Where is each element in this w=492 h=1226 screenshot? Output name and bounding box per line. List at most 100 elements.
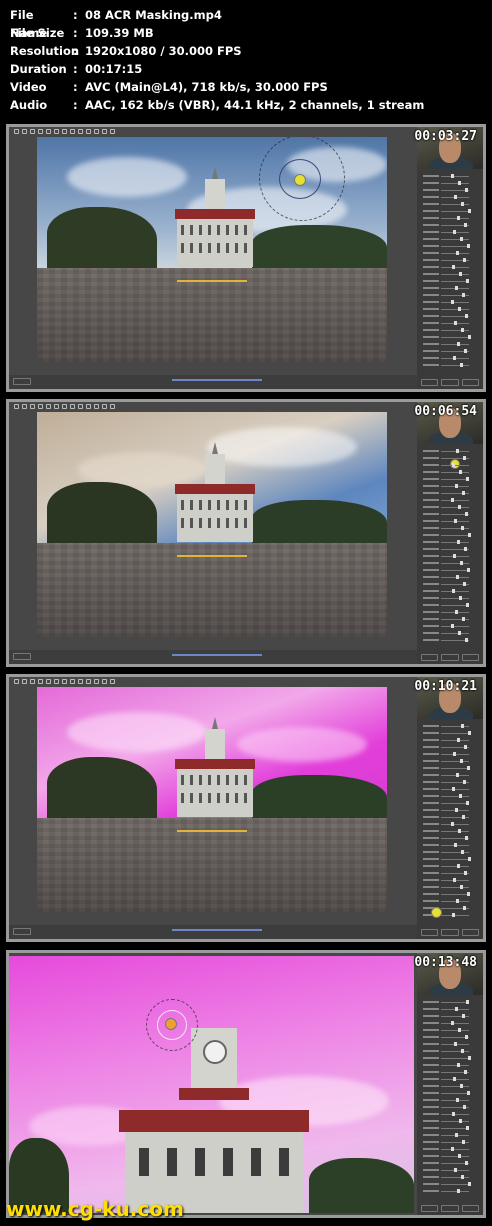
slider-knob[interactable]	[456, 575, 459, 579]
slider-track[interactable]	[441, 246, 469, 247]
slider-knob[interactable]	[465, 1035, 468, 1039]
radial-filter-icon[interactable]	[86, 679, 91, 684]
slider-row[interactable]	[421, 1146, 479, 1153]
crop-tool-icon[interactable]	[38, 129, 43, 134]
done-button[interactable]	[461, 379, 479, 386]
slider-knob[interactable]	[461, 724, 464, 728]
slider-row[interactable]	[421, 173, 479, 180]
slider-row[interactable]	[421, 236, 479, 243]
slider-row[interactable]	[421, 348, 479, 355]
slider-knob[interactable]	[451, 1021, 454, 1025]
slider-row[interactable]	[421, 581, 479, 588]
slider-row[interactable]	[421, 257, 479, 264]
video-thumbnail-3[interactable]: 00:10:21	[6, 674, 486, 942]
white-balance-tool-icon[interactable]	[30, 404, 35, 409]
slider-knob[interactable]	[457, 864, 460, 868]
slider-knob[interactable]	[459, 794, 462, 798]
slider-row[interactable]	[421, 877, 479, 884]
slider-knob[interactable]	[468, 1056, 471, 1060]
slider-row[interactable]	[421, 898, 479, 905]
spot-removal-tool-icon[interactable]	[54, 404, 59, 409]
slider-knob[interactable]	[451, 300, 454, 304]
open-image-button[interactable]	[421, 654, 439, 661]
slider-row[interactable]	[421, 1132, 479, 1139]
slider-knob[interactable]	[465, 836, 468, 840]
slider-row[interactable]	[421, 891, 479, 898]
adjustment-sliders[interactable]	[421, 173, 479, 375]
slider-knob[interactable]	[455, 484, 458, 488]
slider-row[interactable]	[421, 616, 479, 623]
rotate-right-icon[interactable]	[110, 404, 115, 409]
slider-knob[interactable]	[465, 188, 468, 192]
slider-row[interactable]	[421, 455, 479, 462]
slider-track[interactable]	[441, 796, 469, 797]
slider-row[interactable]	[421, 912, 479, 919]
slider-track[interactable]	[441, 1191, 469, 1192]
slider-knob[interactable]	[460, 1084, 463, 1088]
slider-row[interactable]	[421, 574, 479, 581]
slider-row[interactable]	[421, 1118, 479, 1125]
slider-knob[interactable]	[457, 342, 460, 346]
radial-filter-icon[interactable]	[86, 129, 91, 134]
cancel-button[interactable]	[441, 929, 459, 936]
slider-row[interactable]	[421, 1041, 479, 1048]
slider-knob[interactable]	[457, 1063, 460, 1067]
open-image-button[interactable]	[421, 379, 439, 386]
slider-row[interactable]	[421, 1069, 479, 1076]
slider-knob[interactable]	[461, 202, 464, 206]
slider-row[interactable]	[421, 334, 479, 341]
slider-knob[interactable]	[451, 822, 454, 826]
slider-row[interactable]	[421, 1027, 479, 1034]
slider-track[interactable]	[441, 563, 469, 564]
done-button[interactable]	[461, 929, 479, 936]
slider-row[interactable]	[421, 999, 479, 1006]
slider-knob[interactable]	[453, 554, 456, 558]
slider-track[interactable]	[441, 344, 469, 345]
slider-row[interactable]	[421, 793, 479, 800]
done-button[interactable]	[461, 654, 479, 661]
crop-tool-icon[interactable]	[38, 679, 43, 684]
slider-track[interactable]	[441, 894, 469, 895]
slider-knob[interactable]	[456, 449, 459, 453]
graduated-filter-icon[interactable]	[78, 404, 83, 409]
radial-filter-icon[interactable]	[86, 404, 91, 409]
slider-row[interactable]	[421, 229, 479, 236]
slider-knob[interactable]	[454, 519, 457, 523]
slider-track[interactable]	[441, 176, 469, 177]
cancel-button[interactable]	[441, 654, 459, 661]
slider-knob[interactable]	[457, 540, 460, 544]
spot-removal-tool-icon[interactable]	[54, 679, 59, 684]
slider-row[interactable]	[421, 292, 479, 299]
rotate-left-icon[interactable]	[102, 679, 107, 684]
workflow-options-link[interactable]	[172, 654, 262, 656]
slider-row[interactable]	[421, 1104, 479, 1111]
slider-row[interactable]	[421, 821, 479, 828]
save-image-button[interactable]	[13, 653, 31, 660]
slider-track[interactable]	[441, 591, 469, 592]
hand-tool-icon[interactable]	[22, 679, 27, 684]
slider-row[interactable]	[421, 264, 479, 271]
slider-row[interactable]	[421, 807, 479, 814]
slider-track[interactable]	[441, 451, 469, 452]
slider-row[interactable]	[421, 539, 479, 546]
slider-row[interactable]	[421, 567, 479, 574]
slider-row[interactable]	[421, 751, 479, 758]
slider-knob[interactable]	[460, 885, 463, 889]
slider-track[interactable]	[441, 915, 469, 916]
slider-knob[interactable]	[464, 1070, 467, 1074]
slider-knob[interactable]	[452, 1112, 455, 1116]
slider-knob[interactable]	[455, 1007, 458, 1011]
slider-knob[interactable]	[456, 1098, 459, 1102]
adjustment-sliders[interactable]	[421, 448, 479, 650]
white-balance-tool-icon[interactable]	[30, 679, 35, 684]
slider-knob[interactable]	[463, 582, 466, 586]
slider-row[interactable]	[421, 588, 479, 595]
slider-track[interactable]	[441, 598, 469, 599]
slider-track[interactable]	[441, 1121, 469, 1122]
slider-track[interactable]	[441, 859, 469, 860]
preferences-icon[interactable]	[94, 129, 99, 134]
slider-row[interactable]	[421, 595, 479, 602]
slider-track[interactable]	[441, 337, 469, 338]
slider-row[interactable]	[421, 553, 479, 560]
slider-knob[interactable]	[458, 631, 461, 635]
